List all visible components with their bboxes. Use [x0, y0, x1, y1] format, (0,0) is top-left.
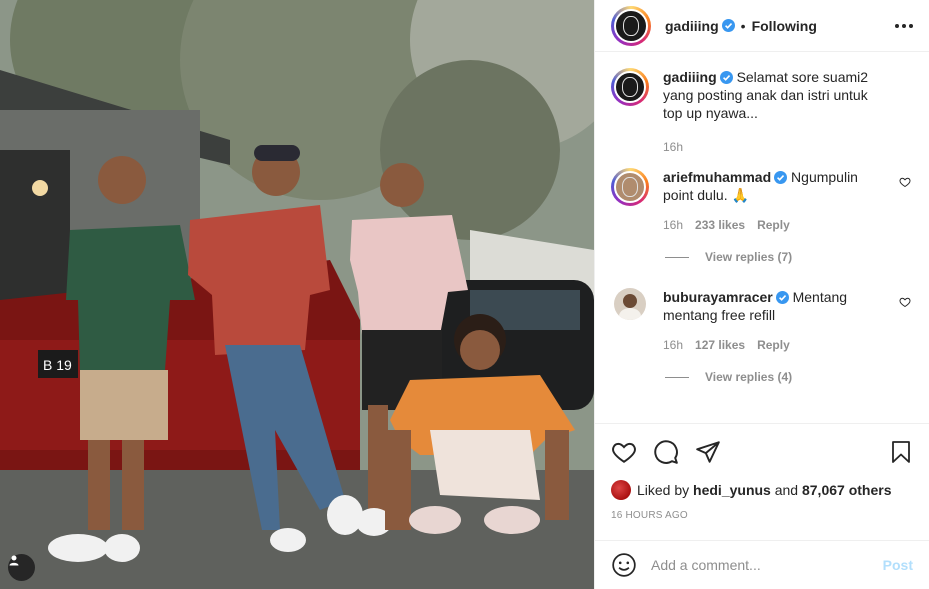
view-replies-link[interactable]: View replies (7)	[665, 250, 913, 264]
liker-avatar[interactable]	[611, 480, 631, 500]
post-side-panel: gadiiing • Following gadiiing Selamat so…	[594, 0, 929, 589]
comment-time[interactable]: 16h	[663, 338, 683, 352]
reply-button[interactable]: Reply	[757, 338, 790, 352]
verified-badge-icon	[721, 19, 735, 32]
author-username[interactable]: gadiiing	[665, 18, 719, 34]
comment-input[interactable]	[651, 557, 883, 573]
view-replies-text[interactable]: View replies (7)	[705, 250, 792, 264]
view-replies-link[interactable]: View replies (4)	[665, 370, 913, 384]
author-avatar[interactable]	[611, 5, 651, 46]
post-header: gadiiing • Following	[595, 0, 929, 52]
reply-button[interactable]: Reply	[757, 218, 790, 232]
likes-prefix: Liked by	[637, 482, 690, 498]
likes-conjunction: and	[774, 482, 799, 498]
commenter-avatar[interactable]	[611, 168, 649, 206]
comment-item: ariefmuhammad Ngumpulin point dulu. 🙏 16…	[611, 168, 913, 232]
caption-time[interactable]: 16h	[663, 140, 683, 154]
likes-others-count[interactable]: 87,067 others	[802, 482, 892, 498]
liker-username[interactable]: hedi_yunus	[693, 482, 771, 498]
comment-username[interactable]: ariefmuhammad	[663, 169, 771, 185]
comment-item: buburayamracer Mentang mentang free refi…	[611, 288, 913, 352]
emoji-icon[interactable]	[611, 552, 637, 578]
caption-avatar[interactable]	[611, 68, 649, 106]
add-comment-bar: Post	[595, 540, 929, 589]
view-replies-text[interactable]: View replies (4)	[705, 370, 792, 384]
commenter-avatar[interactable]	[611, 288, 649, 352]
caption: gadiiing Selamat sore suami2 yang postin…	[611, 68, 913, 154]
comment-username[interactable]: buburayamracer	[663, 289, 773, 305]
photo-illustration: B 19	[0, 0, 594, 589]
comment-likes[interactable]: 233 likes	[695, 218, 745, 232]
post-comment-button[interactable]: Post	[883, 557, 913, 573]
post-actions: Liked by hedi_yunus and 87,067 others 16…	[595, 423, 929, 521]
verified-badge-icon	[775, 291, 789, 304]
comment-time[interactable]: 16h	[663, 218, 683, 232]
more-options-icon[interactable]	[895, 23, 913, 28]
bookmark-icon[interactable]	[889, 439, 913, 465]
following-button[interactable]: Following	[752, 18, 817, 34]
user-tag-icon[interactable]	[8, 554, 35, 581]
post-timestamp[interactable]: 16 HOURS AGO	[611, 510, 913, 521]
like-comment-heart-icon[interactable]	[899, 296, 911, 308]
like-comment-heart-icon[interactable]	[899, 176, 911, 188]
comments-section[interactable]: gadiiing Selamat sore suami2 yang postin…	[595, 52, 929, 423]
caption-username[interactable]: gadiiing	[663, 69, 717, 85]
verified-badge-icon	[719, 71, 733, 84]
verified-badge-icon	[774, 171, 788, 184]
share-paper-plane-icon[interactable]	[695, 439, 721, 465]
comment-likes[interactable]: 127 likes	[695, 338, 745, 352]
plate-text: B 19	[43, 357, 72, 373]
post-photo[interactable]: B 19	[0, 0, 594, 589]
separator-dot: •	[740, 17, 746, 34]
comment-bubble-icon[interactable]	[653, 439, 679, 465]
likes-summary[interactable]: Liked by hedi_yunus and 87,067 others	[611, 480, 913, 500]
like-heart-icon[interactable]	[611, 439, 637, 465]
